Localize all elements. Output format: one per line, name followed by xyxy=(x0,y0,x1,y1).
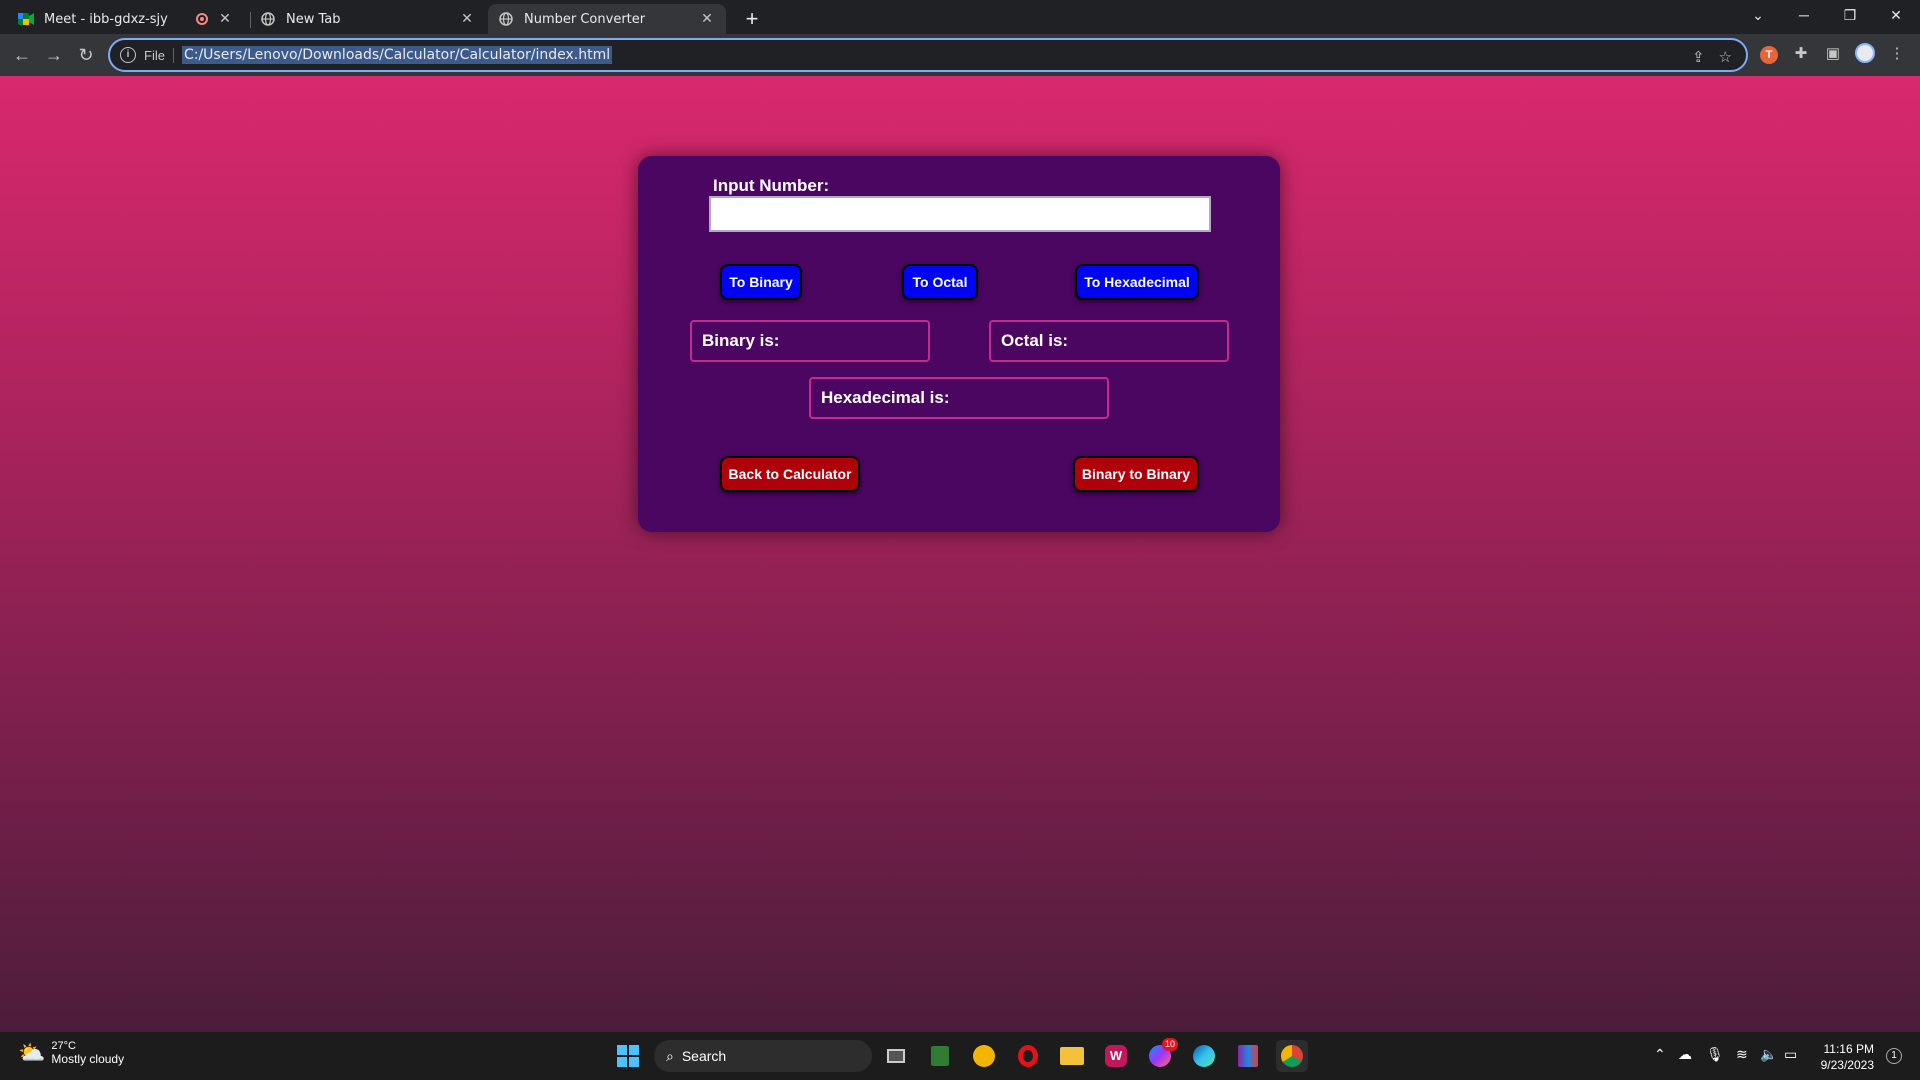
input-label: Input Number: xyxy=(713,176,830,195)
profile-avatar[interactable] xyxy=(1854,43,1876,65)
tab-title: Number Converter xyxy=(524,11,646,27)
windows-taskbar: ⛅ 27°C Mostly cloudy ⌕ Search W 10 ⌃ ☁ 🎙… xyxy=(0,1032,1920,1080)
tab-title: Meet - ibb-gdxz-sjy xyxy=(44,11,168,27)
clock-date: 9/23/2023 xyxy=(1820,1058,1874,1072)
browser-app-icon[interactable] xyxy=(968,1040,1000,1072)
wifi-icon[interactable]: ≋ xyxy=(1736,1046,1748,1063)
opera-icon[interactable] xyxy=(1012,1040,1044,1072)
octal-result: Octal is: xyxy=(989,320,1229,362)
binary-to-binary-button[interactable]: Binary to Binary xyxy=(1073,456,1199,492)
search-label: Search xyxy=(681,1048,727,1064)
onedrive-cloud-icon[interactable]: ☁ xyxy=(1678,1046,1692,1063)
chrome-icon[interactable] xyxy=(1276,1040,1308,1072)
search-icon: ⌕ xyxy=(666,1047,674,1064)
new-tab-button[interactable]: + xyxy=(738,6,766,34)
cloudy-weather-icon: ⛅ xyxy=(18,1040,46,1065)
to-hexadecimal-button[interactable]: To Hexadecimal xyxy=(1075,264,1199,300)
system-clock[interactable]: 11:16 PM 9/23/2023 xyxy=(1810,1041,1874,1073)
extensions-puzzle-icon[interactable]: ✚ xyxy=(1790,43,1812,65)
weather-condition: Mostly cloudy xyxy=(51,1052,125,1066)
address-bar[interactable]: i File C:/Users/Lenovo/Downloads/Calcula… xyxy=(108,38,1748,72)
tab-number-converter[interactable]: Number Converter ✕ xyxy=(488,4,726,34)
hexadecimal-result: Hexadecimal is: xyxy=(809,377,1109,419)
messenger-icon[interactable]: 10 xyxy=(1144,1038,1178,1072)
restore-button[interactable]: ❐ xyxy=(1828,0,1872,34)
minimize-button[interactable]: ─ xyxy=(1782,0,1826,34)
edge-icon[interactable] xyxy=(1188,1040,1220,1072)
close-tab-icon[interactable]: ✕ xyxy=(698,11,716,27)
weather-widget[interactable]: ⛅ 27°C Mostly cloudy xyxy=(18,1040,124,1066)
app-icon[interactable]: W xyxy=(1100,1040,1132,1072)
close-tab-icon[interactable]: ✕ xyxy=(216,11,234,27)
task-view-icon[interactable] xyxy=(880,1040,912,1072)
messenger-badge: 10 xyxy=(1161,1038,1178,1051)
tab-meet[interactable]: Meet - ibb-gdxz-sjy ✕ xyxy=(8,4,244,34)
meet-icon xyxy=(18,11,34,27)
page-viewport: Input Number: To Binary To Octal To Hexa… xyxy=(0,76,1920,1032)
back-icon[interactable]: ← xyxy=(8,41,36,69)
converter-card: Input Number: To Binary To Octal To Hexa… xyxy=(638,156,1280,532)
tab-search-icon[interactable]: ⌄ xyxy=(1736,0,1780,34)
bookmark-star-icon[interactable]: ☆ xyxy=(1719,48,1732,66)
number-input[interactable] xyxy=(709,196,1211,232)
battery-icon[interactable]: ▭ xyxy=(1784,1046,1797,1063)
taskbar-search[interactable]: ⌕ Search xyxy=(654,1040,872,1072)
close-window-button[interactable]: ✕ xyxy=(1874,0,1918,34)
menu-kebab-icon[interactable]: ⋮ xyxy=(1886,43,1908,65)
browser-toolbar: ← → ↻ i File C:/Users/Lenovo/Downloads/C… xyxy=(0,34,1920,76)
microphone-icon[interactable]: 🎙 xyxy=(1706,1046,1724,1063)
omnibox-actions: ⇪ ☆ xyxy=(1692,48,1732,66)
tab-new-tab[interactable]: New Tab ✕ xyxy=(250,4,486,34)
tab-title: New Tab xyxy=(286,11,341,27)
browser-chrome: Meet - ibb-gdxz-sjy ✕ New Tab ✕ Number C… xyxy=(0,0,1920,76)
forward-icon[interactable]: → xyxy=(40,41,68,69)
file-explorer-icon[interactable] xyxy=(1056,1040,1088,1072)
volume-icon[interactable]: 🔈 xyxy=(1760,1046,1777,1063)
to-octal-button[interactable]: To Octal xyxy=(902,264,978,300)
close-tab-icon[interactable]: ✕ xyxy=(458,11,476,27)
share-icon[interactable]: ⇪ xyxy=(1692,48,1705,66)
reload-icon[interactable]: ↻ xyxy=(72,41,100,69)
show-hidden-icons[interactable]: ⌃ xyxy=(1654,1046,1666,1063)
weather-temp: 27°C xyxy=(51,1040,76,1052)
sheets-app-icon[interactable] xyxy=(924,1040,956,1072)
side-panel-icon[interactable]: ▣ xyxy=(1822,43,1844,65)
notification-badge[interactable]: 1 xyxy=(1886,1048,1902,1064)
to-binary-button[interactable]: To Binary xyxy=(720,264,802,300)
clock-time: 11:16 PM xyxy=(1823,1042,1874,1056)
binary-result: Binary is: xyxy=(690,320,930,362)
url-text[interactable]: C:/Users/Lenovo/Downloads/Calculator/Cal… xyxy=(181,46,613,64)
winrar-icon[interactable] xyxy=(1232,1040,1264,1072)
globe-icon xyxy=(260,11,276,27)
info-icon[interactable]: i xyxy=(120,47,136,63)
extension-icon[interactable]: T xyxy=(1758,43,1780,65)
tab-strip: Meet - ibb-gdxz-sjy ✕ New Tab ✕ Number C… xyxy=(0,0,1920,34)
back-to-calculator-button[interactable]: Back to Calculator xyxy=(720,456,860,492)
windows-start-icon[interactable] xyxy=(612,1040,644,1072)
recording-icon xyxy=(196,13,208,25)
globe-icon xyxy=(498,11,514,27)
scheme-label: File xyxy=(144,47,174,63)
